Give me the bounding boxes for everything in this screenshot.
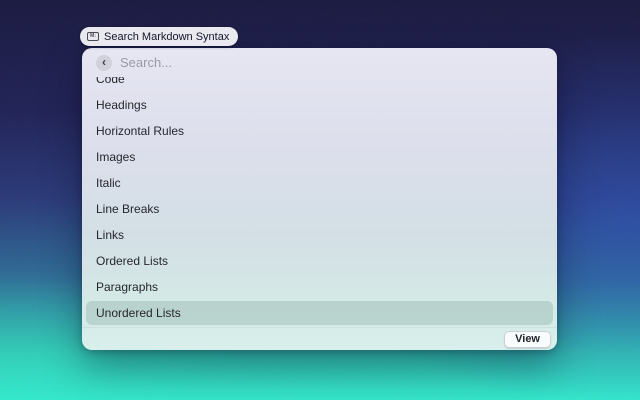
list-item[interactable]: Headings <box>82 92 557 118</box>
list-item[interactable]: Italic <box>82 170 557 196</box>
list-item-label: Line Breaks <box>96 202 159 216</box>
search-panel: ‹ Code Headings Horizontal Rules Images … <box>82 48 557 350</box>
list-item[interactable]: Unordered Lists <box>82 300 557 326</box>
panel-footer: View <box>82 327 557 350</box>
back-button[interactable]: ‹ <box>96 55 112 71</box>
command-pill[interactable]: M↓ Search Markdown Syntax <box>80 27 238 46</box>
list-item[interactable]: Ordered Lists <box>82 248 557 274</box>
list-item-label: Italic <box>96 176 121 190</box>
list-item-label: Paragraphs <box>96 280 158 294</box>
search-input[interactable] <box>120 55 543 70</box>
list-item[interactable]: Horizontal Rules <box>82 118 557 144</box>
list-item[interactable]: Images <box>82 144 557 170</box>
list-item-label: Unordered Lists <box>96 306 181 320</box>
list-item-label: Links <box>96 228 124 242</box>
list-item-label: Code <box>96 77 125 86</box>
list-item-label: Horizontal Rules <box>96 124 184 138</box>
list-item[interactable]: Links <box>82 222 557 248</box>
markdown-icon: M↓ <box>87 32 99 41</box>
search-header: ‹ <box>82 48 557 77</box>
list-item-label: Headings <box>96 98 147 112</box>
view-button[interactable]: View <box>504 331 551 348</box>
list-item-label: Images <box>96 150 135 164</box>
list-item[interactable]: Line Breaks <box>82 196 557 222</box>
list-item[interactable]: Paragraphs <box>82 274 557 300</box>
list-item[interactable]: Code <box>82 77 557 92</box>
list-item-label: Ordered Lists <box>96 254 168 268</box>
results-list: Code Headings Horizontal Rules Images It… <box>82 77 557 327</box>
command-pill-label: Search Markdown Syntax <box>104 31 229 43</box>
